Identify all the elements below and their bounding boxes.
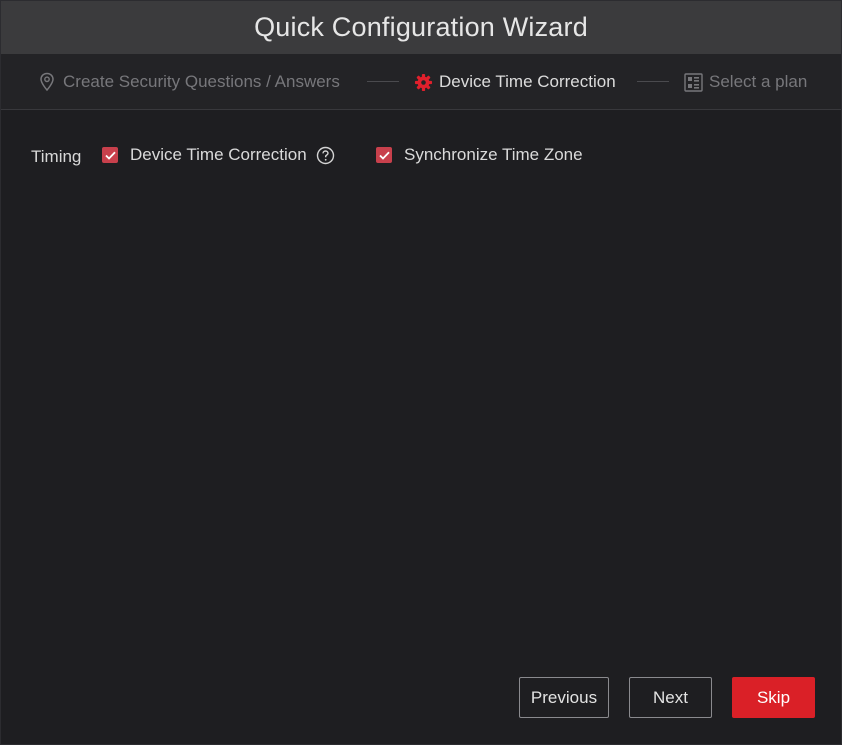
timing-label: Timing (31, 147, 82, 166)
quick-config-wizard-dialog: Quick Configuration Wizard Create Securi… (0, 0, 842, 745)
device-time-correction-label: Device Time Correction (130, 145, 307, 164)
device-time-correction-checkbox[interactable] (102, 147, 118, 163)
help-icon[interactable] (316, 146, 335, 165)
step-connector (367, 81, 399, 82)
synchronize-time-zone-checkbox[interactable] (376, 147, 392, 163)
plan-grid-icon (683, 72, 703, 92)
wizard-content: Timing Device Time Correction Synchroniz… (1, 111, 841, 671)
previous-button[interactable]: Previous (519, 677, 609, 718)
wizard-steps: Create Security Questions / Answers Devi… (1, 54, 841, 110)
step-select-plan[interactable]: Select a plan (683, 54, 807, 110)
step-device-time-correction[interactable]: Device Time Correction (413, 54, 616, 110)
gear-icon (413, 72, 433, 92)
title-bar: Quick Configuration Wizard (1, 1, 841, 54)
synchronize-time-zone-label: Synchronize Time Zone (404, 145, 583, 164)
step-label: Device Time Correction (439, 72, 616, 91)
checkmark-icon (104, 151, 116, 160)
dialog-title: Quick Configuration Wizard (254, 12, 588, 42)
step-label: Select a plan (709, 72, 808, 91)
synchronize-time-zone-option[interactable]: Synchronize Time Zone (376, 145, 583, 165)
step-security-questions[interactable]: Create Security Questions / Answers (37, 54, 340, 110)
skip-button[interactable]: Skip (732, 677, 815, 718)
step-connector (637, 81, 669, 82)
checkmark-icon (378, 151, 390, 160)
location-pin-icon (37, 72, 57, 92)
step-label: Create Security Questions / Answers (63, 72, 340, 91)
next-button[interactable]: Next (629, 677, 712, 718)
device-time-correction-option[interactable]: Device Time Correction (102, 145, 335, 165)
